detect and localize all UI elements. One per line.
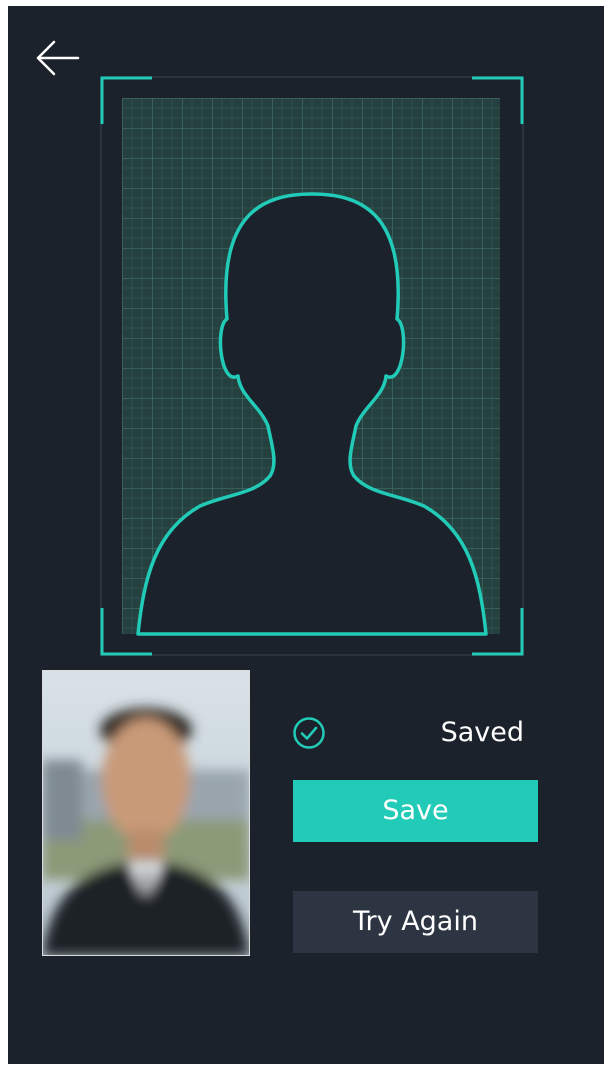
face-capture-frame: [100, 76, 524, 656]
save-status: Saved: [292, 712, 538, 752]
status-text: Saved: [440, 717, 524, 748]
try-again-button[interactable]: Try Again: [293, 891, 538, 953]
face-capture-screen: Saved Save Try Again: [8, 6, 604, 1064]
captured-face-photo: [42, 670, 250, 956]
check-circle-icon: [293, 717, 325, 749]
back-button[interactable]: [34, 38, 82, 78]
arrow-left-icon: [36, 40, 80, 76]
save-button[interactable]: Save: [293, 780, 538, 842]
